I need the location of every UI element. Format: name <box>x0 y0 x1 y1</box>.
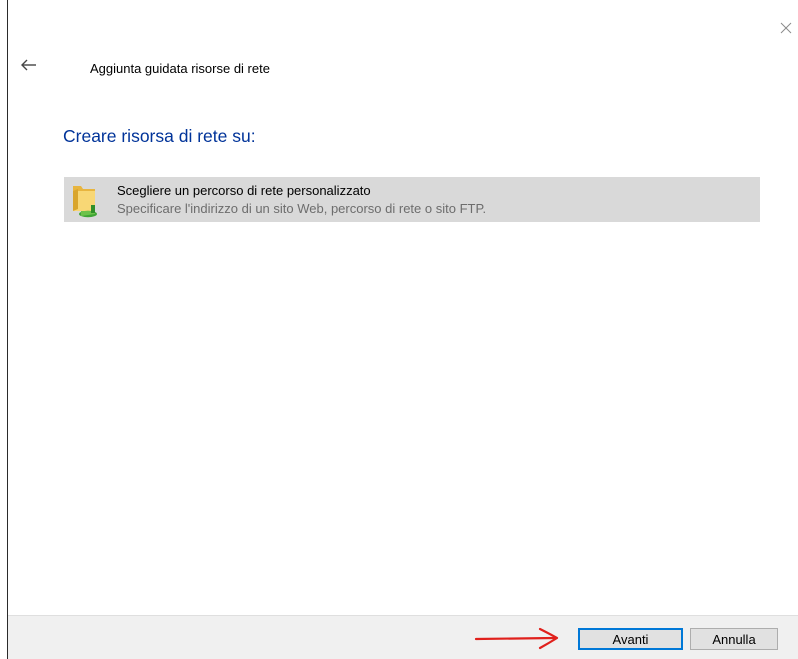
option-title: Scegliere un percorso di rete personaliz… <box>117 183 371 198</box>
window-left-border <box>7 0 8 659</box>
wizard-window: Aggiunta guidata risorse di rete Creare … <box>0 0 798 659</box>
network-folder-icon <box>73 186 97 218</box>
page-heading: Creare risorsa di rete su: <box>63 126 256 146</box>
cancel-button[interactable]: Annulla <box>690 628 778 650</box>
back-arrow-icon[interactable] <box>20 58 38 72</box>
next-button[interactable]: Avanti <box>578 628 683 650</box>
close-icon[interactable] <box>778 20 794 36</box>
option-description: Specificare l'indirizzo di un sito Web, … <box>117 201 487 216</box>
red-arrow-annotation-icon <box>474 627 559 650</box>
wizard-title: Aggiunta guidata risorse di rete <box>90 61 270 76</box>
option-custom-network-location[interactable]: Scegliere un percorso di rete personaliz… <box>64 177 760 222</box>
